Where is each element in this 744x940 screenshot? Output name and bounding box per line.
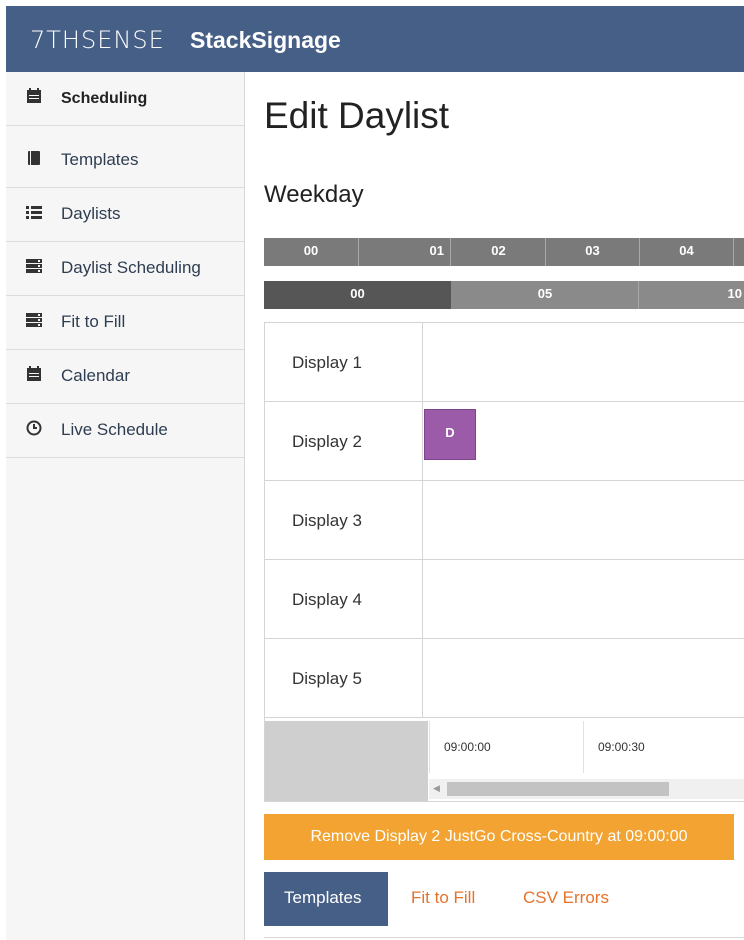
scrollbar-thumb[interactable]: [447, 782, 669, 796]
clock-icon: [26, 420, 42, 436]
tab-fit-to-fill[interactable]: Fit to Fill: [411, 872, 475, 926]
sidebar-item-label: Daylists: [61, 204, 121, 223]
sidebar-item-label: Live Schedule: [61, 420, 168, 439]
time-axis: 09:00:00 09:00:30 ◀: [265, 721, 744, 801]
list-icon: [26, 204, 42, 220]
tab-templates[interactable]: Templates: [264, 872, 388, 926]
zoom-label[interactable]: 00: [264, 281, 451, 309]
display-row[interactable]: Display 4: [265, 560, 744, 639]
sidebar-item-label: Calendar: [61, 366, 130, 385]
schedule-grid: Display 1 Display 2 D Display 3 Display …: [264, 322, 744, 802]
display-row[interactable]: Display 5: [265, 639, 744, 718]
display-row[interactable]: Display 2 D: [265, 402, 744, 481]
hour-label[interactable]: 01: [359, 238, 451, 266]
zoom-ruler[interactable]: 00 05 10: [264, 281, 744, 309]
schedule-item[interactable]: D: [424, 409, 476, 460]
scroll-left-icon[interactable]: ◀: [433, 783, 440, 794]
sidebar-item-fit-to-fill[interactable]: Fit to Fill: [6, 296, 244, 350]
zoom-label[interactable]: 05: [452, 281, 639, 309]
sidebar-item-daylists[interactable]: Daylists: [6, 188, 244, 242]
sidebar-item-scheduling[interactable]: Scheduling: [6, 72, 244, 126]
display-row[interactable]: Display 1: [265, 323, 744, 402]
sidebar-item-label: Daylist Scheduling: [61, 258, 201, 277]
time-tick: 09:00:00: [429, 721, 584, 773]
server-icon: [26, 312, 42, 328]
horizontal-scrollbar[interactable]: ◀: [429, 779, 744, 799]
sidebar: Scheduling Templates Daylists Daylist Sc…: [6, 72, 245, 940]
calendar-icon: [26, 366, 42, 382]
calendar-icon: [26, 88, 42, 104]
sidebar-item-label: Templates: [61, 150, 139, 169]
brand-logo[interactable]: 7THSENSE: [30, 26, 165, 54]
hour-label[interactable]: 02: [452, 238, 546, 266]
sidebar-item-calendar[interactable]: Calendar: [6, 350, 244, 404]
hour-label[interactable]: 04: [640, 238, 734, 266]
tab-csv-errors[interactable]: CSV Errors: [523, 872, 609, 926]
display-name: Display 5: [265, 639, 423, 717]
hour-label[interactable]: 03: [546, 238, 640, 266]
book-icon: [26, 150, 42, 166]
display-row[interactable]: Display 3: [265, 481, 744, 560]
time-tick: 09:00:30: [583, 721, 738, 773]
display-name: Display 2: [265, 402, 423, 480]
hour-cell[interactable]: [734, 238, 744, 266]
sidebar-item-label: Fit to Fill: [61, 312, 126, 331]
time-axis-spacer: [265, 721, 428, 801]
sidebar-item-daylist-scheduling[interactable]: Daylist Scheduling: [6, 242, 244, 296]
hour-ruler[interactable]: 00 01 02 03 04: [264, 238, 744, 266]
display-name: Display 4: [265, 560, 423, 638]
product-name[interactable]: StackSignage: [190, 27, 341, 54]
server-icon: [26, 258, 42, 274]
sidebar-item-live-schedule[interactable]: Live Schedule: [6, 404, 244, 458]
display-name: Display 3: [265, 481, 423, 559]
tab-divider: [264, 937, 744, 938]
display-name: Display 1: [265, 323, 423, 401]
zoom-label[interactable]: 10: [639, 281, 744, 309]
pending-change-notice[interactable]: Remove Display 2 JustGo Cross-Country at…: [264, 814, 734, 860]
sidebar-item-templates[interactable]: Templates: [6, 134, 244, 188]
daylist-name: Weekday: [264, 181, 364, 208]
page-title: Edit Daylist: [264, 95, 450, 136]
hour-label[interactable]: 00: [264, 238, 359, 266]
top-header: 7THSENSE StackSignage: [6, 6, 744, 72]
sidebar-item-label: Scheduling: [61, 90, 148, 107]
